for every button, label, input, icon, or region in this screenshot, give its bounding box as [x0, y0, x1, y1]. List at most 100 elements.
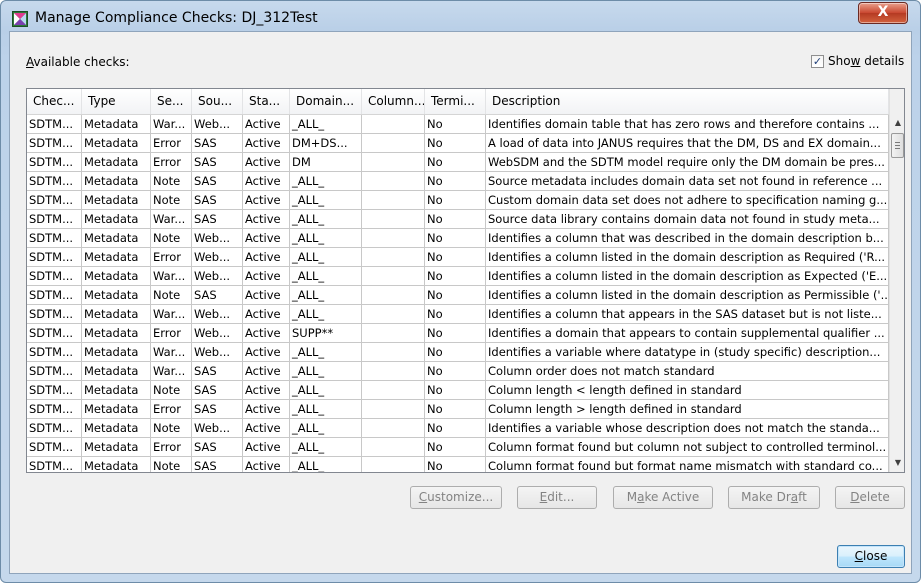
table-row[interactable]: SDTM... Metadata War... Web... Active _ALL_ No… — [27, 267, 889, 286]
scroll-thumb[interactable] — [891, 133, 904, 158]
column-header-status[interactable]: Sta... — [243, 89, 290, 114]
cell-domain: _ALL_ — [290, 286, 362, 305]
cell-terminology: No — [425, 210, 486, 229]
cell-check: SDTM... — [27, 457, 82, 472]
vertical-scrollbar[interactable]: ▲ ▼ — [889, 89, 904, 472]
table-row[interactable]: SDTM... Metadata Note SAS Active _ALL_ No Ident… — [27, 286, 889, 305]
cell-description: Identifies a column listed in the domain… — [486, 286, 889, 305]
cell-type: Metadata — [82, 400, 151, 419]
cell-check: SDTM... — [27, 210, 82, 229]
table-row[interactable]: SDTM... Metadata Note SAS Active _ALL_ No Colum… — [27, 381, 889, 400]
column-header-terminology[interactable]: Termi... — [425, 89, 486, 114]
cell-terminology: No — [425, 381, 486, 400]
cell-status: Active — [243, 153, 290, 172]
make-draft-button[interactable]: Make Draft — [728, 486, 820, 509]
table-row[interactable]: SDTM... Metadata Note SAS Active _ALL_ No Colum… — [27, 457, 889, 472]
cell-source: Web... — [192, 248, 243, 267]
cell-type: Metadata — [82, 419, 151, 438]
cell-domain: _ALL_ — [290, 191, 362, 210]
table-row[interactable]: SDTM... Metadata War... Web... Active _ALL_ No… — [27, 343, 889, 362]
table-row[interactable]: SDTM... Metadata Note SAS Active _ALL_ No Sourc… — [27, 172, 889, 191]
show-details-label: Show details — [828, 54, 905, 68]
table-row[interactable]: SDTM... Metadata Error Web... Active SUPP** No… — [27, 324, 889, 343]
cell-column — [362, 457, 425, 472]
cell-source: SAS — [192, 210, 243, 229]
cell-status: Active — [243, 115, 290, 134]
table-row[interactable]: SDTM... Metadata Error SAS Active DM No WebSDM … — [27, 153, 889, 172]
cell-type: Metadata — [82, 191, 151, 210]
cell-column — [362, 115, 425, 134]
title-bar[interactable]: Manage Compliance Checks: DJ_312Test X — [1, 1, 920, 33]
cell-status: Active — [243, 343, 290, 362]
cell-type: Metadata — [82, 153, 151, 172]
column-header-description[interactable]: Description — [486, 89, 889, 114]
checks-table[interactable]: Chec... Type Se... Sou... Sta... Domain... Col… — [26, 88, 905, 473]
cell-severity: Error — [151, 248, 192, 267]
table-row[interactable]: SDTM... Metadata War... Web... Active _ALL_ No… — [27, 305, 889, 324]
edit-button[interactable]: Edit... — [517, 486, 597, 509]
scroll-down-icon[interactable]: ▼ — [890, 454, 904, 471]
cell-column — [362, 267, 425, 286]
cell-description: Column format found but format name mism… — [486, 457, 889, 472]
table-row[interactable]: SDTM... Metadata War... SAS Active _ALL_ No Col… — [27, 362, 889, 381]
cell-column — [362, 305, 425, 324]
column-header-domain[interactable]: Domain... — [290, 89, 362, 114]
cell-severity: Error — [151, 400, 192, 419]
table-row[interactable]: SDTM... Metadata Note Web... Active _ALL_ No Id… — [27, 419, 889, 438]
cell-terminology: No — [425, 362, 486, 381]
cell-type: Metadata — [82, 438, 151, 457]
table-row[interactable]: SDTM... Metadata Error SAS Active DM+DS... No A… — [27, 134, 889, 153]
cell-severity: War... — [151, 362, 192, 381]
show-details-checkbox[interactable]: ✓ Show details — [811, 54, 904, 68]
close-button[interactable]: Close — [837, 545, 905, 568]
customize-button[interactable]: Customize... — [410, 486, 502, 509]
make-active-button[interactable]: Make Active — [613, 486, 713, 509]
app-icon — [12, 11, 28, 27]
table-row[interactable]: SDTM... Metadata War... Web... Active _ALL_ No… — [27, 115, 889, 134]
delete-button[interactable]: Delete — [835, 486, 905, 509]
cell-description: A load of data into JANUS requires that … — [486, 134, 889, 153]
cell-domain: DM — [290, 153, 362, 172]
cell-terminology: No — [425, 172, 486, 191]
cell-source: SAS — [192, 400, 243, 419]
cell-check: SDTM... — [27, 267, 82, 286]
table-row[interactable]: SDTM... Metadata Note Web... Active _ALL_ No Id… — [27, 229, 889, 248]
column-header-severity[interactable]: Se... — [151, 89, 192, 114]
column-header-check[interactable]: Chec... — [27, 89, 82, 114]
column-header-type[interactable]: Type — [82, 89, 151, 114]
cell-domain: DM+DS... — [290, 134, 362, 153]
cell-severity: Error — [151, 324, 192, 343]
cell-terminology: No — [425, 191, 486, 210]
cell-description: Column order does not match standard — [486, 362, 889, 381]
cell-column — [362, 419, 425, 438]
cell-source: Web... — [192, 305, 243, 324]
table-row[interactable]: SDTM... Metadata Error Web... Active _ALL_ No I… — [27, 248, 889, 267]
checkmark-icon[interactable]: ✓ — [811, 54, 824, 68]
cell-column — [362, 362, 425, 381]
cell-column — [362, 172, 425, 191]
table-row[interactable]: SDTM... Metadata War... SAS Active _ALL_ No Sou… — [27, 210, 889, 229]
cell-status: Active — [243, 267, 290, 286]
cell-type: Metadata — [82, 172, 151, 191]
cell-status: Active — [243, 134, 290, 153]
cell-description: Identifies domain table that has zero ro… — [486, 115, 889, 134]
cell-terminology: No — [425, 115, 486, 134]
column-header-column[interactable]: Column... — [362, 89, 425, 114]
table-row[interactable]: SDTM... Metadata Error SAS Active _ALL_ No Colu… — [27, 400, 889, 419]
cell-check: SDTM... — [27, 153, 82, 172]
table-header: Chec... Type Se... Sou... Sta... Domain... Col… — [27, 89, 889, 115]
close-window-button[interactable]: X — [858, 2, 908, 24]
cell-status: Active — [243, 229, 290, 248]
scroll-up-icon[interactable]: ▲ — [890, 114, 904, 131]
cell-source: Web... — [192, 115, 243, 134]
cell-domain: _ALL_ — [290, 210, 362, 229]
cell-description: Identifies a domain that appears to cont… — [486, 324, 889, 343]
cell-source: SAS — [192, 286, 243, 305]
cell-type: Metadata — [82, 286, 151, 305]
column-header-source[interactable]: Sou... — [192, 89, 243, 114]
table-row[interactable]: SDTM... Metadata Note SAS Active _ALL_ No Custo… — [27, 191, 889, 210]
cell-source: SAS — [192, 191, 243, 210]
cell-severity: Note — [151, 381, 192, 400]
table-row[interactable]: SDTM... Metadata Error SAS Active _ALL_ No Colu… — [27, 438, 889, 457]
cell-type: Metadata — [82, 134, 151, 153]
